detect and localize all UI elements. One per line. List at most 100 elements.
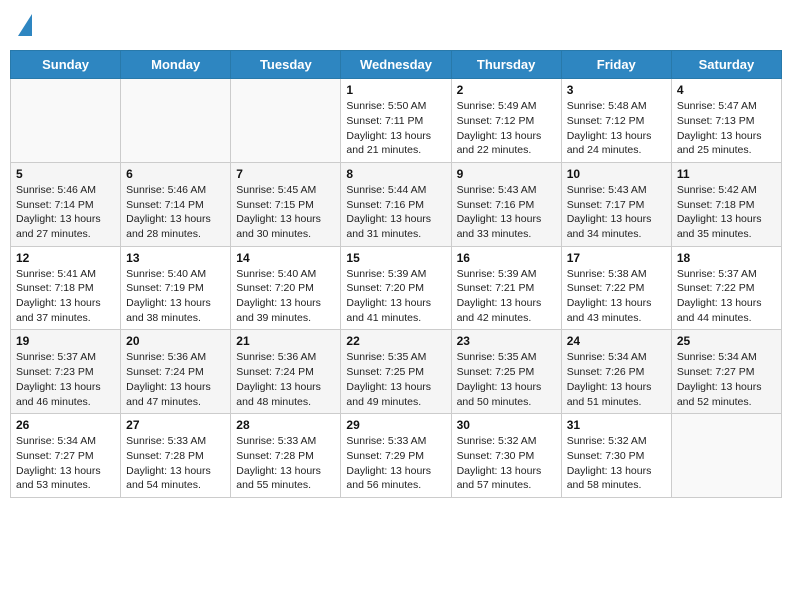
day-number: 19 xyxy=(16,334,115,348)
day-info: Sunrise: 5:41 AMSunset: 7:18 PMDaylight:… xyxy=(16,267,115,326)
day-number: 7 xyxy=(236,167,335,181)
day-number: 24 xyxy=(567,334,666,348)
day-number: 11 xyxy=(677,167,776,181)
day-info: Sunrise: 5:43 AMSunset: 7:16 PMDaylight:… xyxy=(457,183,556,242)
day-number: 27 xyxy=(126,418,225,432)
day-info: Sunrise: 5:33 AMSunset: 7:28 PMDaylight:… xyxy=(236,434,335,493)
day-info: Sunrise: 5:34 AMSunset: 7:26 PMDaylight:… xyxy=(567,350,666,409)
logo xyxy=(16,14,32,38)
day-number: 14 xyxy=(236,251,335,265)
calendar-cell: 30 Sunrise: 5:32 AMSunset: 7:30 PMDayligh… xyxy=(451,414,561,498)
day-info: Sunrise: 5:38 AMSunset: 7:22 PMDaylight:… xyxy=(567,267,666,326)
day-info: Sunrise: 5:48 AMSunset: 7:12 PMDaylight:… xyxy=(567,99,666,158)
calendar-cell: 31Sunrise: 5:32 AMSunset: 7:30 PMDayligh… xyxy=(561,414,671,498)
calendar-cell: 15Sunrise: 5:39 AMSunset: 7:20 PMDayligh… xyxy=(341,246,451,330)
week-row-1: 1 Sunrise: 5:50 AMSunset: 7:11 PMDaylight… xyxy=(11,79,782,163)
day-number: 18 xyxy=(677,251,776,265)
day-number: 29 xyxy=(346,418,445,432)
day-number: 10 xyxy=(567,167,666,181)
day-number: 5 xyxy=(16,167,115,181)
weekday-header-tuesday: Tuesday xyxy=(231,51,341,79)
calendar-cell: 18 Sunrise: 5:37 AMSunset: 7:22 PMDayligh… xyxy=(671,246,781,330)
day-info: Sunrise: 5:47 AMSunset: 7:13 PMDaylight:… xyxy=(677,99,776,158)
day-number: 23 xyxy=(457,334,556,348)
week-row-3: 12 Sunrise: 5:41 AMSunset: 7:18 PMDayligh… xyxy=(11,246,782,330)
calendar-cell: 23Sunrise: 5:35 AMSunset: 7:25 PMDayligh… xyxy=(451,330,561,414)
calendar-cell: 11 Sunrise: 5:42 AMSunset: 7:18 PMDayligh… xyxy=(671,162,781,246)
day-info: Sunrise: 5:46 AMSunset: 7:14 PMDaylight:… xyxy=(126,183,225,242)
calendar-cell: 21 Sunrise: 5:36 AMSunset: 7:24 PMDayligh… xyxy=(231,330,341,414)
page-header xyxy=(10,10,782,42)
calendar-cell: 12 Sunrise: 5:41 AMSunset: 7:18 PMDayligh… xyxy=(11,246,121,330)
calendar-body: 1 Sunrise: 5:50 AMSunset: 7:11 PMDaylight… xyxy=(11,79,782,498)
day-number: 13 xyxy=(126,251,225,265)
calendar-cell xyxy=(11,79,121,163)
day-info: Sunrise: 5:50 AMSunset: 7:11 PMDaylight:… xyxy=(346,99,445,158)
day-info: Sunrise: 5:35 AMSunset: 7:25 PMDaylight:… xyxy=(346,350,445,409)
day-number: 16 xyxy=(457,251,556,265)
calendar-cell: 3 Sunrise: 5:48 AMSunset: 7:12 PMDaylight… xyxy=(561,79,671,163)
calendar-cell: 2 Sunrise: 5:49 AMSunset: 7:12 PMDaylight… xyxy=(451,79,561,163)
day-info: Sunrise: 5:44 AMSunset: 7:16 PMDaylight:… xyxy=(346,183,445,242)
day-info: Sunrise: 5:37 AMSunset: 7:22 PMDaylight:… xyxy=(677,267,776,326)
day-info: Sunrise: 5:36 AMSunset: 7:24 PMDaylight:… xyxy=(126,350,225,409)
calendar-cell xyxy=(121,79,231,163)
day-number: 20 xyxy=(126,334,225,348)
day-info: Sunrise: 5:42 AMSunset: 7:18 PMDaylight:… xyxy=(677,183,776,242)
day-info: Sunrise: 5:34 AMSunset: 7:27 PMDaylight:… xyxy=(677,350,776,409)
day-info: Sunrise: 5:49 AMSunset: 7:12 PMDaylight:… xyxy=(457,99,556,158)
calendar-cell: 13 Sunrise: 5:40 AMSunset: 7:19 PMDayligh… xyxy=(121,246,231,330)
day-number: 2 xyxy=(457,83,556,97)
day-number: 25 xyxy=(677,334,776,348)
day-number: 3 xyxy=(567,83,666,97)
day-number: 21 xyxy=(236,334,335,348)
day-info: Sunrise: 5:33 AMSunset: 7:29 PMDaylight:… xyxy=(346,434,445,493)
calendar-cell xyxy=(671,414,781,498)
calendar-cell: 17 Sunrise: 5:38 AMSunset: 7:22 PMDayligh… xyxy=(561,246,671,330)
calendar-cell: 4 Sunrise: 5:47 AMSunset: 7:13 PMDaylight… xyxy=(671,79,781,163)
day-number: 9 xyxy=(457,167,556,181)
weekday-header-wednesday: Wednesday xyxy=(341,51,451,79)
day-info: Sunrise: 5:40 AMSunset: 7:19 PMDaylight:… xyxy=(126,267,225,326)
weekday-header-monday: Monday xyxy=(121,51,231,79)
day-info: Sunrise: 5:45 AMSunset: 7:15 PMDaylight:… xyxy=(236,183,335,242)
calendar-cell: 22 Sunrise: 5:35 AMSunset: 7:25 PMDayligh… xyxy=(341,330,451,414)
weekday-header-friday: Friday xyxy=(561,51,671,79)
day-info: Sunrise: 5:33 AMSunset: 7:28 PMDaylight:… xyxy=(126,434,225,493)
weekday-header-thursday: Thursday xyxy=(451,51,561,79)
day-info: Sunrise: 5:40 AMSunset: 7:20 PMDaylight:… xyxy=(236,267,335,326)
day-number: 4 xyxy=(677,83,776,97)
calendar-cell: 5Sunrise: 5:46 AMSunset: 7:14 PMDaylight… xyxy=(11,162,121,246)
calendar-cell xyxy=(231,79,341,163)
calendar-cell: 24 Sunrise: 5:34 AMSunset: 7:26 PMDayligh… xyxy=(561,330,671,414)
day-number: 31 xyxy=(567,418,666,432)
weekday-header-saturday: Saturday xyxy=(671,51,781,79)
day-info: Sunrise: 5:36 AMSunset: 7:24 PMDaylight:… xyxy=(236,350,335,409)
day-number: 26 xyxy=(16,418,115,432)
week-row-5: 26Sunrise: 5:34 AMSunset: 7:27 PMDayligh… xyxy=(11,414,782,498)
logo-icon xyxy=(18,14,32,36)
day-info: Sunrise: 5:43 AMSunset: 7:17 PMDaylight:… xyxy=(567,183,666,242)
day-number: 1 xyxy=(346,83,445,97)
week-row-2: 5 Sunrise: 5:46 AMSunset: 7:14 PMDaylight… xyxy=(11,162,782,246)
day-number: 17 xyxy=(567,251,666,265)
calendar-cell: 19 Sunrise: 5:37 AMSunset: 7:23 PMDayligh… xyxy=(11,330,121,414)
calendar-cell: 25 Sunrise: 5:34 AMSunset: 7:27 PMDayligh… xyxy=(671,330,781,414)
day-number: 28 xyxy=(236,418,335,432)
day-number: 15 xyxy=(346,251,445,265)
day-number: 30 xyxy=(457,418,556,432)
day-info: Sunrise: 5:39 AMSunset: 7:21 PMDaylight:… xyxy=(457,267,556,326)
day-number: 22 xyxy=(346,334,445,348)
day-info: Sunrise: 5:37 AMSunset: 7:23 PMDaylight:… xyxy=(16,350,115,409)
day-info: Sunrise: 5:32 AMSunset: 7:30 PMDaylight:… xyxy=(457,434,556,493)
calendar-cell: 14 Sunrise: 5:40 AMSunset: 7:20 PMDayligh… xyxy=(231,246,341,330)
day-number: 12 xyxy=(16,251,115,265)
calendar-cell: 27 Sunrise: 5:33 AMSunset: 7:28 PMDayligh… xyxy=(121,414,231,498)
calendar-cell: 8 Sunrise: 5:44 AMSunset: 7:16 PMDaylight… xyxy=(341,162,451,246)
day-number: 8 xyxy=(346,167,445,181)
calendar-cell: 6 Sunrise: 5:46 AMSunset: 7:14 PMDaylight… xyxy=(121,162,231,246)
calendar-cell: 1 Sunrise: 5:50 AMSunset: 7:11 PMDaylight… xyxy=(341,79,451,163)
calendar-table: SundayMondayTuesdayWednesdayThursdayFrid… xyxy=(10,50,782,498)
day-number: 6 xyxy=(126,167,225,181)
weekday-header-sunday: Sunday xyxy=(11,51,121,79)
